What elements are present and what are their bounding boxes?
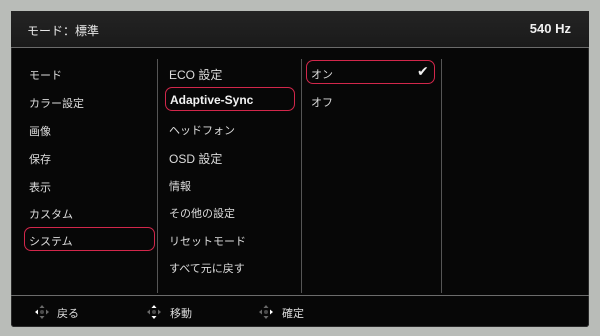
osd-header: モード：標準 540 Hz xyxy=(11,11,589,48)
menu-item-system[interactable]: システム xyxy=(29,233,73,249)
checkmark-icon: ✔ xyxy=(417,63,429,79)
menu-item-adaptive-sync[interactable]: Adaptive-Sync xyxy=(170,93,253,107)
menu-item-eco-settings[interactable]: ECO 設定 xyxy=(169,66,222,83)
footer-confirm-label: 確定 xyxy=(282,308,304,320)
dpad-updown-icon xyxy=(147,305,161,319)
osd-window: モード：標準 540 Hz モード カラー設定 画像 保存 表示 カスタム シス… xyxy=(11,11,589,327)
menu-item-display[interactable]: 表示 xyxy=(29,179,51,195)
footer-back-label: 戻る xyxy=(57,308,79,320)
menu-item-other-settings[interactable]: その他の設定 xyxy=(169,205,235,221)
dpad-right-icon xyxy=(259,305,273,319)
menu-item-color-settings[interactable]: カラー設定 xyxy=(29,95,84,111)
menu-item-save[interactable]: 保存 xyxy=(29,151,51,167)
menu-item-picture[interactable]: 画像 xyxy=(29,123,51,139)
menu-item-osd-settings[interactable]: OSD 設定 xyxy=(169,150,222,167)
osd-footer: 戻る 移動 確定 xyxy=(11,296,589,327)
mode-label: モード：標準 xyxy=(27,24,100,38)
column-divider xyxy=(301,59,302,293)
menu-item-restore-all[interactable]: すべて元に戻す xyxy=(169,260,245,276)
dpad-left-icon xyxy=(35,305,49,319)
menu-item-reset-mode[interactable]: リセットモード xyxy=(169,233,246,249)
column-divider xyxy=(441,59,442,293)
option-off[interactable]: オフ xyxy=(311,94,333,110)
refresh-rate: 540 Hz xyxy=(529,21,571,36)
option-on[interactable]: オン xyxy=(311,66,333,82)
menu-item-information[interactable]: 情報 xyxy=(169,178,191,194)
footer-move-label: 移動 xyxy=(170,308,192,320)
column-divider xyxy=(157,59,158,293)
menu-item-mode[interactable]: モード xyxy=(29,67,62,83)
menu-item-custom[interactable]: カスタム xyxy=(29,206,73,222)
menu-item-headphones[interactable]: ヘッドフォン xyxy=(169,122,235,138)
